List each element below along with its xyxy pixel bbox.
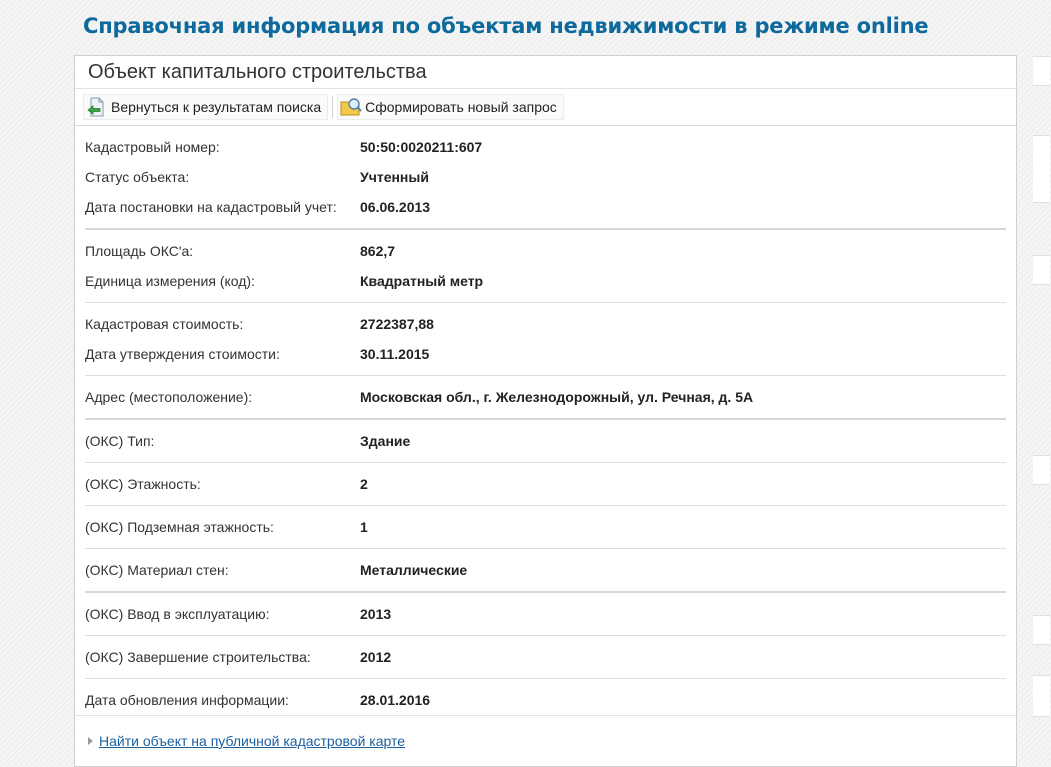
row-label: (ОКС) Подземная этажность: (85, 519, 274, 535)
back-to-results-button[interactable]: Вернуться к результатам поиска (83, 94, 329, 120)
row-value: 2013 (360, 606, 392, 622)
back-to-results-label: Вернуться к результатам поиска (111, 99, 322, 115)
row-value: 2 (360, 476, 368, 492)
row-value: 2722387,88 (360, 316, 434, 332)
row-label: (ОКС) Тип: (85, 433, 155, 449)
row-label: Дата постановки на кадастровый учет: (85, 199, 337, 215)
group-wall-material: (ОКС) Материал стен: Металлические (85, 549, 1006, 593)
row-value: 06.06.2013 (360, 199, 431, 215)
row-value: 50:50:0020211:607 (360, 139, 483, 155)
gutter-segment (1033, 135, 1050, 203)
properties-list: Кадастровый номер: 50:50:0020211:607 Ста… (75, 126, 1016, 721)
row-label: Кадастровый номер: (85, 139, 220, 155)
panel-title: Объект капитального строительства (75, 56, 1016, 89)
table-row: Дата обновления информации: 28.01.2016 (85, 685, 1006, 715)
row-label: Кадастровая стоимость: (85, 316, 244, 332)
row-label: Площадь ОКС'а: (85, 243, 194, 259)
group-type: (ОКС) Тип: Здание (85, 420, 1006, 463)
group-construction-end: (ОКС) Завершение строительства: 2012 (85, 636, 1006, 679)
row-label: Единица измерения (код): (85, 273, 255, 289)
table-row: Кадастровый номер: 50:50:0020211:607 (85, 132, 1006, 162)
table-row: (ОКС) Ввод в эксплуатацию: 2013 (85, 599, 1006, 629)
group-area: Площадь ОКС'а: 862,7 Единица измерения (… (85, 230, 1006, 303)
table-row: Статус объекта: Учтенный (85, 162, 1006, 192)
group-cost: Кадастровая стоимость: 2722387,88 Дата у… (85, 303, 1006, 376)
table-row: (ОКС) Тип: Здание (85, 426, 1006, 456)
group-registration: Кадастровый номер: 50:50:0020211:607 Ста… (85, 126, 1006, 230)
page: Справочная информация по объектам недвиж… (0, 0, 1051, 767)
table-row: Площадь ОКС'а: 862,7 (85, 236, 1006, 266)
row-label: Статус объекта: (85, 169, 190, 185)
row-value: 28.01.2016 (360, 692, 431, 708)
table-row: (ОКС) Подземная этажность: 1 (85, 512, 1006, 542)
group-address: Адрес (местоположение): Московская обл.,… (85, 376, 1006, 420)
row-value: Московская обл., г. Железнодорожный, ул.… (360, 389, 754, 405)
new-query-button[interactable]: Сформировать новый запрос (337, 94, 564, 120)
row-value: 30.11.2015 (360, 346, 430, 362)
row-value: 1 (360, 519, 368, 535)
table-row: Адрес (местоположение): Московская обл.,… (85, 382, 1006, 412)
table-row: (ОКС) Материал стен: Металлические (85, 555, 1006, 585)
group-underground-floors: (ОКС) Подземная этажность: 1 (85, 506, 1006, 549)
gutter-segment (1033, 615, 1050, 645)
table-row: (ОКС) Этажность: 2 (85, 469, 1006, 499)
row-label: Адрес (местоположение): (85, 389, 253, 405)
document-back-arrow-icon (86, 96, 108, 118)
row-label: Дата обновления информации: (85, 692, 289, 708)
row-value: 2012 (360, 649, 392, 665)
gutter-segment (1033, 255, 1050, 285)
triangle-right-icon (88, 737, 93, 745)
row-value: Учтенный (360, 169, 429, 185)
toolbar: Вернуться к результатам поиска Сформиров… (75, 89, 1016, 126)
right-side-gutter (1032, 55, 1051, 767)
row-label: Дата утверждения стоимости: (85, 346, 280, 362)
group-commissioning: (ОКС) Ввод в эксплуатацию: 2013 (85, 593, 1006, 636)
toolbar-separator (332, 96, 334, 118)
row-value: 862,7 (360, 243, 396, 259)
table-row: Кадастровая стоимость: 2722387,88 (85, 309, 1006, 339)
table-row: (ОКС) Завершение строительства: 2012 (85, 642, 1006, 672)
table-row: Дата утверждения стоимости: 30.11.2015 (85, 339, 1006, 369)
table-row: Единица измерения (код): Квадратный метр (85, 266, 1006, 296)
row-value: Металлические (360, 562, 468, 578)
footer-link-row: Найти объект на публичной кадастровой ка… (75, 715, 1016, 766)
row-value: Здание (360, 433, 411, 449)
row-label: (ОКС) Завершение строительства: (85, 649, 311, 665)
table-row: Дата постановки на кадастровый учет: 06.… (85, 192, 1006, 222)
new-query-label: Сформировать новый запрос (365, 99, 557, 115)
row-label: (ОКС) Этажность: (85, 476, 201, 492)
object-panel: Объект капитального строительства Вернут… (74, 55, 1017, 767)
gutter-segment (1033, 455, 1050, 485)
row-label: (ОКС) Материал стен: (85, 562, 229, 578)
group-floors: (ОКС) Этажность: 2 (85, 463, 1006, 506)
gutter-segment (1033, 56, 1050, 86)
public-cadastral-map-link[interactable]: Найти объект на публичной кадастровой ка… (99, 733, 405, 749)
folder-search-icon (340, 96, 362, 118)
row-value: Квадратный метр (360, 273, 484, 289)
page-title: Справочная информация по объектам недвиж… (83, 14, 929, 38)
row-label: (ОКС) Ввод в эксплуатацию: (85, 606, 270, 622)
gutter-segment (1033, 675, 1050, 717)
